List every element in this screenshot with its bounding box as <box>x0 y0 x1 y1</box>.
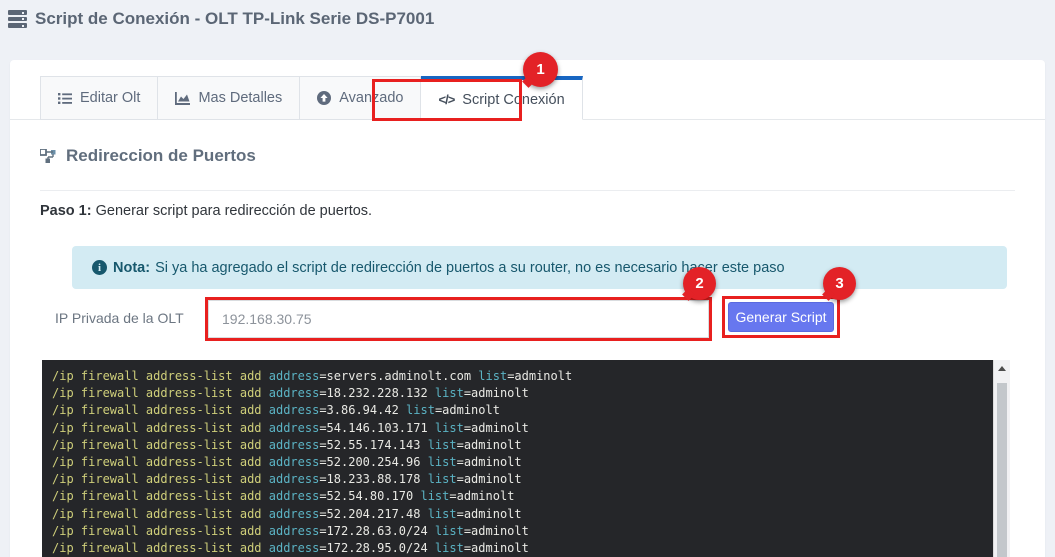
annotation-rect-active-tab <box>372 79 522 121</box>
section-divider <box>40 190 1015 191</box>
annotation-badge-2: 2 <box>683 267 716 300</box>
tab-editar-olt[interactable]: Editar Olt <box>40 76 158 120</box>
annotation-badge-3: 3 <box>823 267 856 300</box>
chart-area-icon <box>175 92 190 105</box>
step-description: Generar script para redirección de puert… <box>92 203 372 219</box>
ip-field-label: IP Privada de la OLT <box>55 310 184 326</box>
step-instruction: Paso 1: Generar script para redirección … <box>40 203 372 219</box>
code-line: /ip firewall address-list add address=54… <box>52 420 993 437</box>
code-line: /ip firewall address-list add address=17… <box>52 523 993 540</box>
section-title: Redireccion de Puertos <box>40 146 256 166</box>
generate-script-button[interactable]: Generar Script <box>728 302 834 332</box>
code-line: /ip firewall address-list add address=se… <box>52 368 993 385</box>
annotation-rect-ip-input <box>205 297 712 341</box>
content-card: Editar Olt Mas Detalles <box>10 60 1045 557</box>
script-output-box[interactable]: /ip firewall address-list add address=se… <box>42 360 1010 557</box>
code-line: /ip firewall address-list add address=3.… <box>52 402 993 419</box>
code-line: /ip firewall address-list add address=52… <box>52 454 993 471</box>
annotation-rect-generate-button: Generar Script <box>722 296 840 338</box>
code-line: /ip firewall address-list add address=52… <box>52 488 993 505</box>
info-icon: i <box>92 260 107 275</box>
code-line: /ip firewall address-list add address=18… <box>52 471 993 488</box>
server-stack-icon <box>8 10 27 28</box>
note-label: Nota: <box>113 260 150 276</box>
arrow-circle-up-icon <box>317 91 331 105</box>
network-diagram-icon <box>40 149 57 164</box>
info-note: i Nota: Si ya ha agregado el script de r… <box>72 246 1007 289</box>
scrollbar-thumb[interactable] <box>997 383 1007 557</box>
ip-input[interactable] <box>208 300 709 338</box>
page-title: Script de Conexión - OLT TP-Link Serie D… <box>8 9 434 29</box>
tab-label: Editar Olt <box>80 90 140 106</box>
screen: Script de Conexión - OLT TP-Link Serie D… <box>0 0 1055 557</box>
code-line: /ip firewall address-list add address=17… <box>52 540 993 557</box>
annotation-badge-1: 1 <box>523 52 558 87</box>
scrollbar[interactable] <box>993 360 1010 557</box>
page-title-text: Script de Conexión - OLT TP-Link Serie D… <box>35 9 434 29</box>
code-line: /ip firewall address-list add address=52… <box>52 506 993 523</box>
scrollbar-up-arrow[interactable] <box>994 360 1010 376</box>
code-line: /ip firewall address-list add address=52… <box>52 437 993 454</box>
step-label: Paso 1: <box>40 203 92 219</box>
code-line: /ip firewall address-list add address=18… <box>52 385 993 402</box>
tab-mas-detalles[interactable]: Mas Detalles <box>158 76 300 120</box>
tab-label: Mas Detalles <box>198 90 282 106</box>
section-title-text: Redireccion de Puertos <box>66 146 256 166</box>
list-icon <box>58 92 72 105</box>
code-content[interactable]: /ip firewall address-list add address=se… <box>42 360 993 557</box>
